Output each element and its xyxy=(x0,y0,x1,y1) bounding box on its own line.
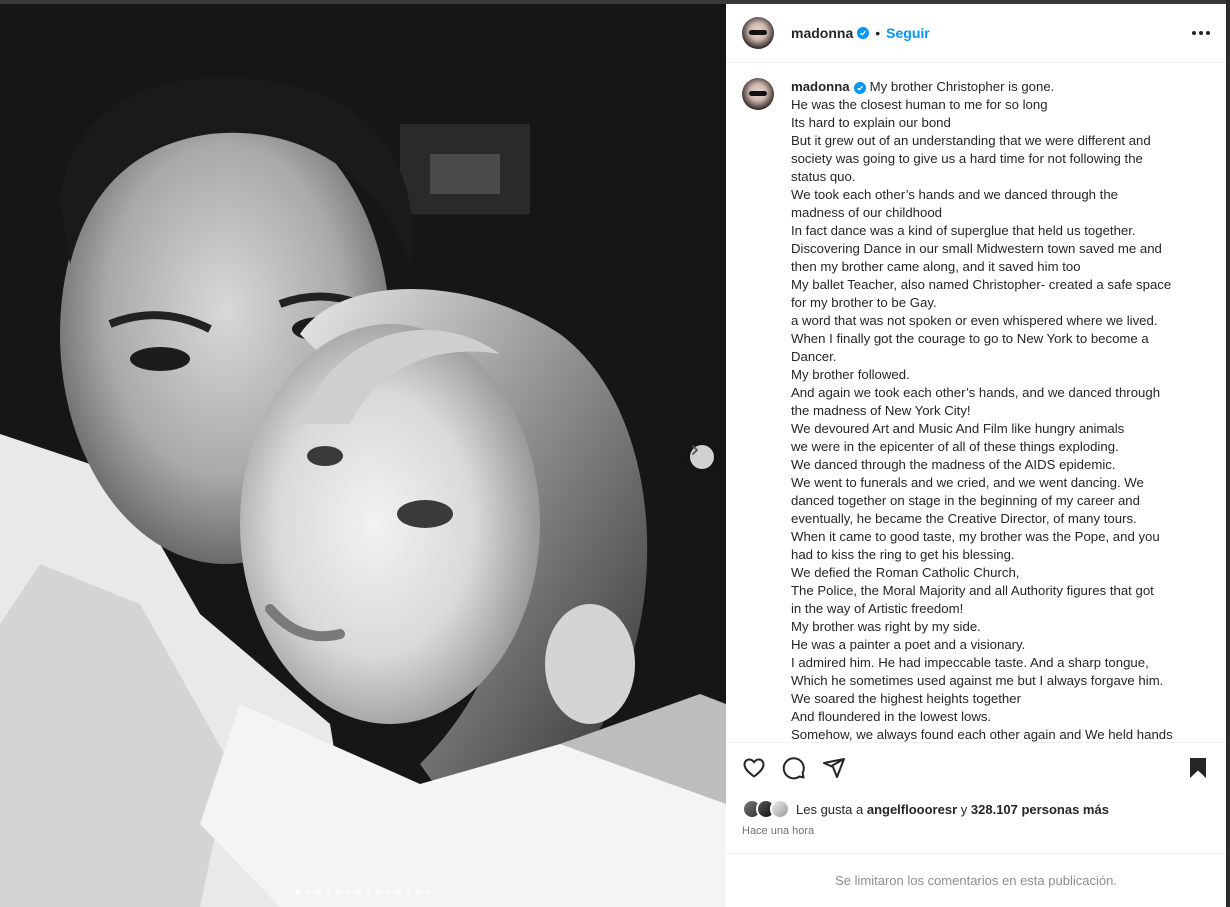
verified-badge-icon xyxy=(857,27,870,39)
carousel-dot xyxy=(405,889,411,895)
likes-conjunction: y xyxy=(960,801,968,817)
carousel-dot xyxy=(315,889,321,895)
likes-summary: Les gusta a angelfloooresr y 328.107 per… xyxy=(726,797,1226,821)
caption-line: society was going to give us a hard time… xyxy=(791,151,1143,166)
caption-line: had to kiss the ring to get his blessing… xyxy=(791,547,1015,562)
chevron-right-icon xyxy=(692,445,698,455)
carousel-dot xyxy=(425,889,431,895)
carousel-dot xyxy=(365,889,371,895)
caption-line: We soared the highest heights together xyxy=(791,691,1021,706)
caption-line: status quo. xyxy=(791,169,856,184)
carousel-dot xyxy=(385,889,391,895)
comment-icon[interactable] xyxy=(782,756,806,785)
caption-line: the madness of New York City! xyxy=(791,403,971,418)
caption-author-avatar[interactable] xyxy=(742,78,774,110)
liker-avatars[interactable] xyxy=(742,799,796,819)
carousel-dot xyxy=(345,889,351,895)
caption-line: We went to funerals and we cried, and we… xyxy=(791,475,1144,490)
caption-line: My ballet Teacher, also named Christophe… xyxy=(791,277,1172,292)
author-username[interactable]: madonna xyxy=(791,25,853,41)
caption-line: And again we took each other’s hands, an… xyxy=(791,385,1161,400)
post-photo[interactable] xyxy=(0,4,726,907)
carousel-dot xyxy=(395,889,401,895)
post-timestamp[interactable]: Hace una hora xyxy=(726,821,1226,853)
caption-line: In fact dance was a kind of superglue th… xyxy=(791,223,1136,238)
caption-line: We devoured Art and Music And Film like … xyxy=(791,421,1125,436)
caption-line: When I finally got the courage to go to … xyxy=(791,331,1149,346)
caption-line: then my brother came along, and it saved… xyxy=(791,259,1081,274)
carousel-dot xyxy=(325,889,331,895)
carousel-dot xyxy=(355,889,361,895)
caption-line: Its hard to explain our bond xyxy=(791,115,951,130)
liker-username[interactable]: angelfloooresr xyxy=(867,802,957,817)
caption-line: My brother was right by my side. xyxy=(791,619,981,634)
caption-text: madonna My brother Christopher is gone. H… xyxy=(791,78,1191,742)
carousel-dot xyxy=(335,889,341,895)
caption-line: danced together on stage in the beginnin… xyxy=(791,493,1140,508)
caption-line: we were in the epicenter of all of these… xyxy=(791,439,1119,454)
carousel-dot xyxy=(295,889,301,895)
more-options-icon[interactable] xyxy=(1186,25,1210,41)
caption-line: a word that was not spoken or even whisp… xyxy=(791,313,1158,328)
caption-line: madness of our childhood xyxy=(791,205,943,220)
heart-icon[interactable] xyxy=(742,756,766,785)
caption-line: My brother Christopher is gone. xyxy=(869,79,1055,94)
caption-section: madonna My brother Christopher is gone. H… xyxy=(726,63,1226,742)
caption-line: for my brother to be Gay. xyxy=(791,295,937,310)
carousel-next-button[interactable] xyxy=(690,445,714,469)
caption-line: We danced through the madness of the AID… xyxy=(791,457,1116,472)
caption-username[interactable]: madonna xyxy=(791,79,850,94)
caption-line: But it grew out of an understanding that… xyxy=(791,133,1151,148)
post-header: madonna • Seguir xyxy=(726,4,1226,63)
caption-line: He was the closest human to me for so lo… xyxy=(791,97,1048,112)
caption-line: My brother followed. xyxy=(791,367,910,382)
caption-line: We defied the Roman Catholic Church, xyxy=(791,565,1020,580)
caption-line: The Police, the Moral Majority and all A… xyxy=(791,583,1154,598)
verified-badge-icon xyxy=(853,82,866,94)
follow-button[interactable]: Seguir xyxy=(886,25,930,41)
caption-line: And floundered in the lowest lows. xyxy=(791,709,992,724)
action-bar xyxy=(726,742,1226,797)
share-icon[interactable] xyxy=(822,756,846,785)
carousel-dot xyxy=(305,889,311,895)
caption-line: When it came to good taste, my brother w… xyxy=(791,529,1160,544)
caption-line: I admired him. He had impeccable taste. … xyxy=(791,655,1149,670)
likes-prefix: Les gusta a xyxy=(796,801,864,817)
carousel-dot xyxy=(375,889,381,895)
caption-line: eventually, he became the Creative Direc… xyxy=(791,511,1137,526)
caption-line: in the way of Artistic freedom! xyxy=(791,601,964,616)
likes-count[interactable]: 328.107 personas más xyxy=(971,802,1109,817)
caption-line: We took each other’s hands and we danced… xyxy=(791,187,1118,202)
caption-line: Dancer. xyxy=(791,349,837,364)
caption-line: Which he sometimes used against me but I… xyxy=(791,673,1164,688)
caption-line: Discovering Dance in our small Midwester… xyxy=(791,241,1162,256)
photo-illustration xyxy=(0,4,726,907)
carousel-indicator xyxy=(0,889,726,895)
likes-text: Les gusta a angelfloooresr y 328.107 per… xyxy=(796,802,1109,817)
bookmark-icon[interactable] xyxy=(1186,756,1210,785)
caption-line: He was a painter a poet and a visionary. xyxy=(791,637,1026,652)
carousel-dot xyxy=(415,889,421,895)
separator-dot: • xyxy=(875,25,881,41)
overlay-backdrop xyxy=(1226,0,1230,907)
caption-line: Somehow, we always found each other agai… xyxy=(791,727,1173,742)
comments-limited-notice: Se limitaron los comentarios en esta pub… xyxy=(726,853,1226,907)
post-details-panel: madonna • Seguir madonna My brother Chris… xyxy=(726,4,1226,907)
author-avatar[interactable] xyxy=(742,17,774,49)
